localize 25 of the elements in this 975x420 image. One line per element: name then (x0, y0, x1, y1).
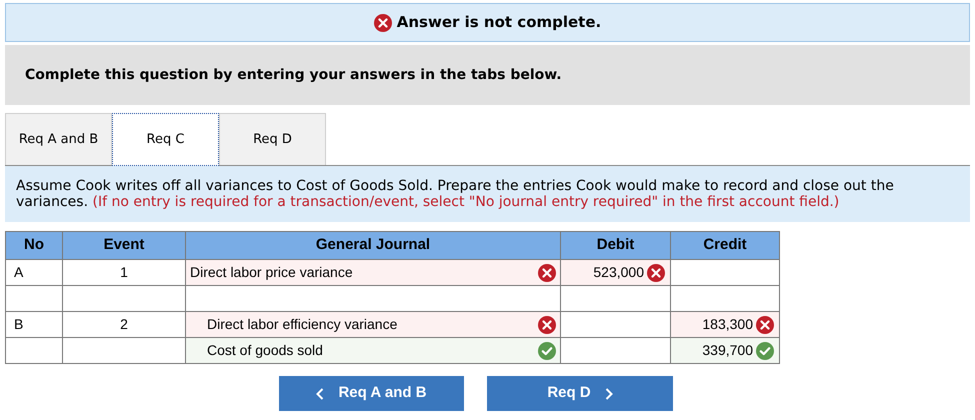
account-field[interactable]: Direct labor price variance (186, 260, 560, 285)
tab[interactable]: Req C (112, 113, 219, 166)
next-button[interactable]: Req D (487, 376, 673, 411)
instructions-text: Assume Cook writes off all variances to Cost of Goods Sold. Prepare the entries Cook would make to record and close out the variances. (If no entry is required for a transaction/event, select "No journal entry required" in the first account field.) (16, 178, 895, 210)
tab[interactable]: Req A and B (5, 113, 112, 165)
amount-field[interactable]: 523,000 (561, 260, 670, 285)
amount-field[interactable]: 339,700 (671, 338, 779, 363)
prompt-text: Complete this question by entering your answers in the tabs below. (25, 66, 562, 84)
chevron-left-icon (316, 388, 324, 400)
column-header: General Journal (186, 232, 560, 260)
table-cell (6, 338, 62, 364)
amount-field[interactable]: 183,300 (671, 312, 779, 337)
chevron-right-icon (604, 388, 613, 400)
account-field[interactable]: Cost of goods sold (186, 338, 560, 363)
table-cell: B (6, 312, 62, 338)
account-field[interactable]: Direct labor efficiency variance (186, 312, 560, 337)
table-cell (6, 286, 62, 312)
table-cell: 1 (62, 260, 186, 286)
column-header: Event (62, 232, 186, 260)
answer-status: Answer is not complete. (396, 12, 602, 34)
tab[interactable]: Req D (219, 113, 326, 165)
previous-button[interactable]: Req A and B (279, 376, 464, 411)
table-cell: 2 (62, 312, 186, 338)
table-cell: A (6, 260, 62, 286)
column-header: No (6, 232, 62, 260)
